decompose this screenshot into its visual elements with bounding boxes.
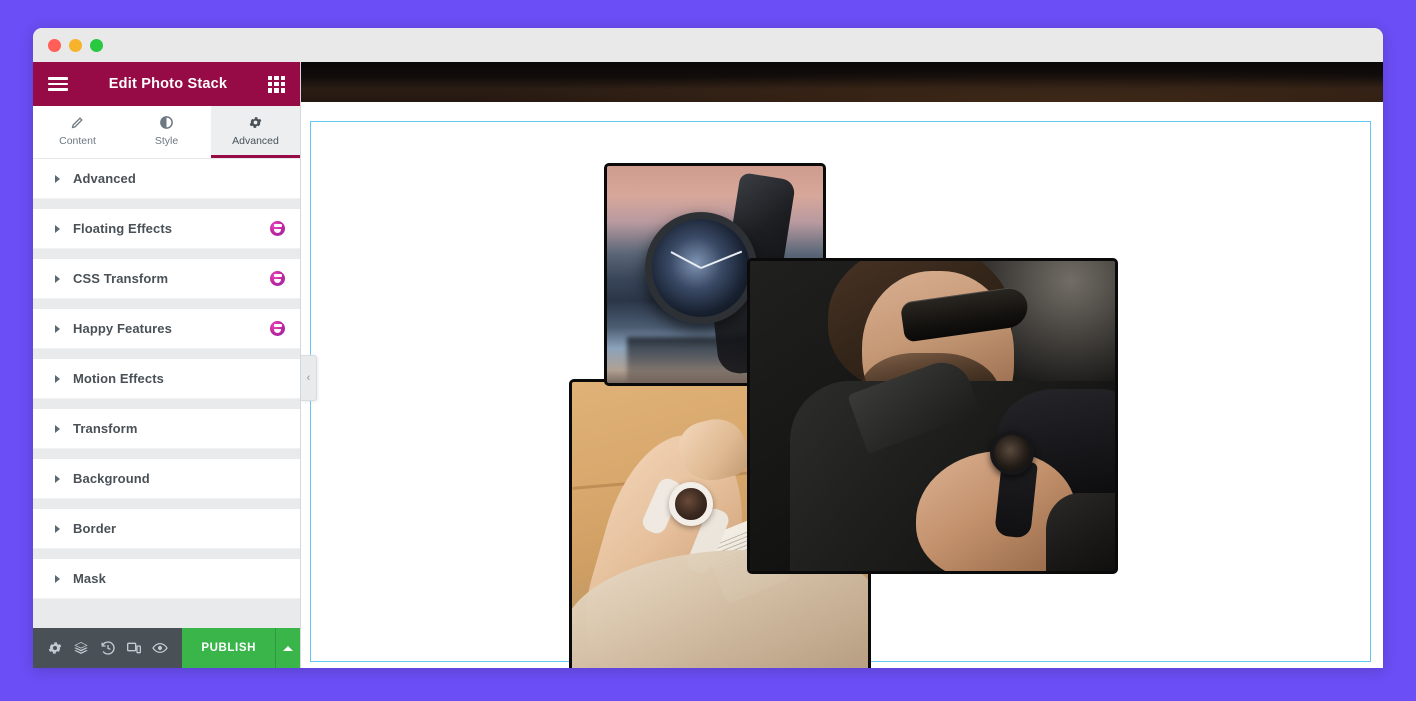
photo-stack-item-2[interactable] [747, 258, 1118, 574]
section-label: Happy Features [73, 321, 172, 336]
preview-eye-icon[interactable] [148, 628, 172, 668]
section-background[interactable]: Background [33, 459, 300, 499]
navigator-layers-icon[interactable] [69, 628, 93, 668]
chevron-right-icon [55, 524, 60, 533]
window-maximize-button[interactable] [90, 38, 103, 52]
browser-window: Edit Photo Stack Content Style Advanced … [33, 28, 1383, 668]
chevron-right-icon [55, 474, 60, 483]
tab-content[interactable]: Content [33, 106, 122, 158]
section-label: Mask [73, 571, 106, 586]
section-mask[interactable]: Mask [33, 559, 300, 599]
gear-icon [249, 116, 262, 128]
publish-button[interactable]: PUBLISH [182, 628, 276, 668]
chevron-right-icon [55, 574, 60, 583]
publish-options-caret-icon[interactable] [275, 628, 301, 668]
section-floating-effects[interactable]: Floating Effects [33, 209, 300, 249]
section-label: CSS Transform [73, 271, 169, 286]
section-motion-effects[interactable]: Motion Effects [33, 359, 300, 399]
contrast-circle-icon [160, 115, 173, 129]
happy-addons-icon [270, 221, 285, 236]
section-advanced[interactable]: Advanced [33, 159, 300, 199]
hamburger-menu-icon[interactable] [48, 77, 68, 91]
happy-addons-icon [270, 321, 285, 336]
happy-addons-icon [270, 271, 285, 286]
chevron-right-icon [55, 224, 60, 233]
section-label: Transform [73, 421, 138, 436]
chevron-right-icon [55, 274, 60, 283]
section-label: Advanced [73, 171, 136, 186]
section-label: Motion Effects [73, 371, 164, 386]
grid-widgets-icon[interactable] [268, 75, 285, 93]
knee-shape [1046, 493, 1115, 571]
section-css-transform[interactable]: CSS Transform [33, 259, 300, 299]
browser-titlebar [33, 28, 1383, 62]
chevron-left-icon: ‹ [306, 371, 311, 384]
chevron-right-icon [55, 424, 60, 433]
worn-smartwatch [990, 431, 1034, 475]
pencil-icon [71, 116, 83, 128]
history-clock-icon[interactable] [96, 628, 120, 668]
panel-header: Edit Photo Stack [33, 62, 300, 106]
publish-group: PUBLISH [182, 628, 301, 668]
panel-footer: PUBLISH [33, 628, 301, 668]
section-happy-features[interactable]: Happy Features [33, 309, 300, 349]
selected-section-outline[interactable] [310, 121, 1371, 668]
elementor-panel: Edit Photo Stack Content Style Advanced … [33, 62, 301, 668]
tab-style[interactable]: Style [122, 106, 211, 158]
panel-tabs: Content Style Advanced [33, 106, 300, 159]
tab-advanced[interactable]: Advanced [211, 106, 300, 158]
window-close-button[interactable] [48, 38, 61, 52]
section-label: Border [73, 521, 117, 536]
tab-advanced-label: Advanced [232, 134, 279, 147]
black-smartwatch-dial [645, 212, 757, 324]
elementor-editor: Edit Photo Stack Content Style Advanced … [33, 62, 1383, 668]
white-smartwatch [669, 482, 713, 526]
chevron-right-icon [55, 374, 60, 383]
responsive-device-icon[interactable] [122, 628, 146, 668]
chevron-right-icon [55, 324, 60, 333]
settings-gear-icon[interactable] [43, 628, 67, 668]
panel-title: Edit Photo Stack [108, 76, 228, 92]
photo-2-image [750, 261, 1115, 571]
tab-style-label: Style [154, 134, 179, 147]
tab-content-label: Content [59, 134, 96, 147]
editor-canvas[interactable] [301, 62, 1383, 668]
section-label: Floating Effects [73, 221, 173, 236]
panel-collapse-handle[interactable]: ‹ [301, 355, 317, 401]
section-transform[interactable]: Transform [33, 409, 300, 449]
site-header-strip [301, 62, 1383, 102]
section-border[interactable]: Border [33, 509, 300, 549]
section-label: Background [73, 471, 150, 486]
chevron-right-icon [55, 174, 60, 183]
panel-sections-list[interactable]: Advanced Floating Effects CSS Transform … [33, 159, 300, 628]
window-minimize-button[interactable] [69, 38, 82, 52]
